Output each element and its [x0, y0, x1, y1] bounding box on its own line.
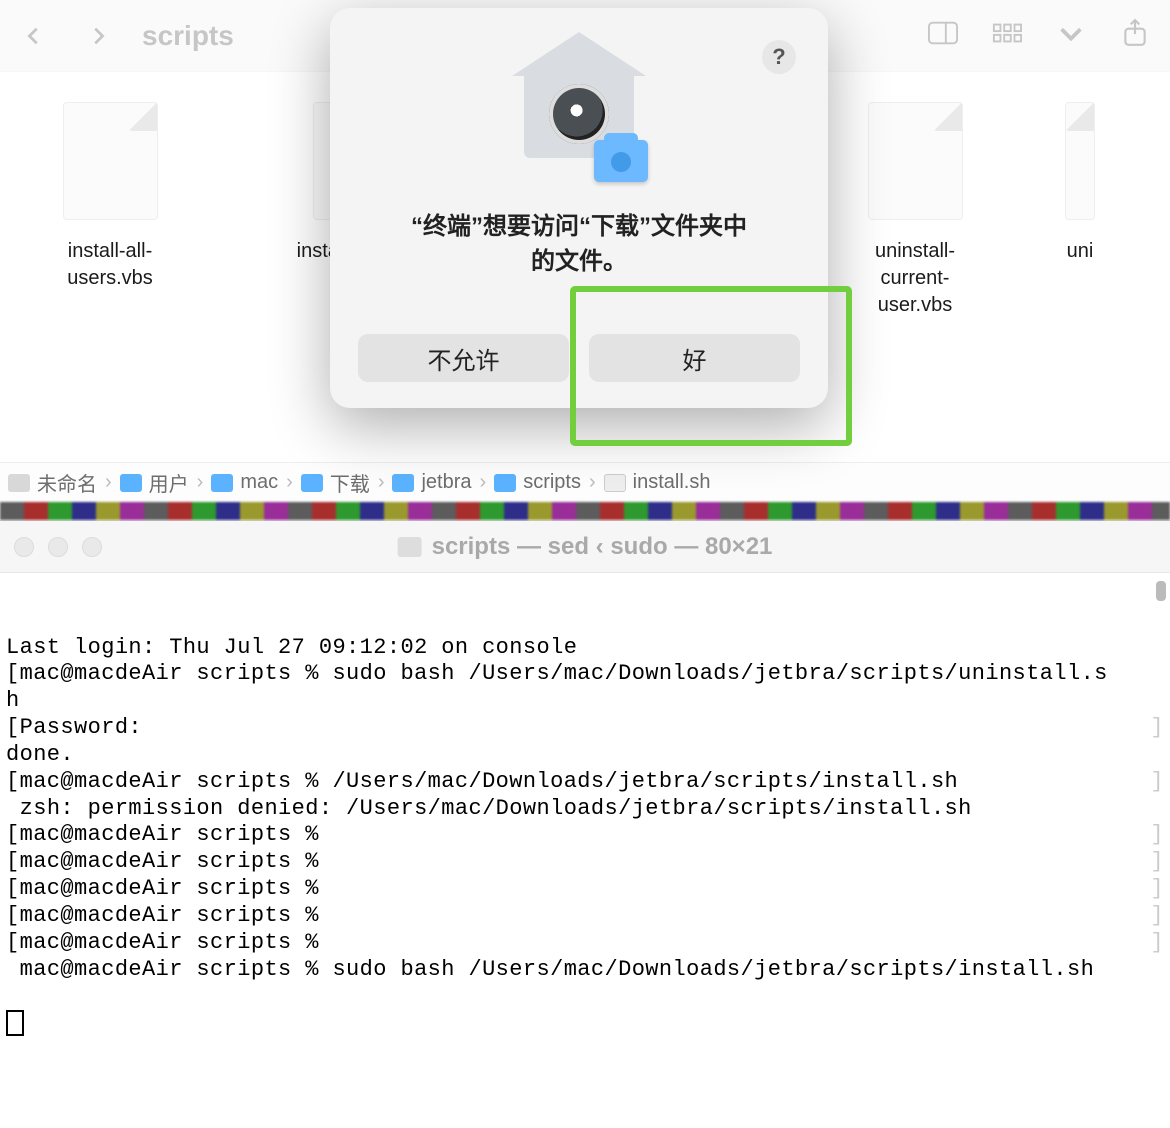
folder-icon [120, 474, 142, 492]
file-item[interactable]: uni [1050, 102, 1110, 319]
path-segment[interactable]: 用户 [120, 468, 189, 497]
path-segment[interactable]: scripts [494, 471, 581, 494]
traffic-lights[interactable] [14, 537, 102, 557]
terminal-line: [mac@macdeAir scripts % [6, 903, 319, 928]
terminal-line: [mac@macdeAir scripts % /Users/mac/Downl… [6, 769, 958, 794]
terminal-line: [mac@macdeAir scripts % sudo bash /Users… [6, 661, 1108, 686]
terminal-line: [mac@macdeAir scripts % [6, 876, 319, 901]
path-segment[interactable]: install.sh [604, 471, 711, 494]
deny-button[interactable]: 不允许 [358, 334, 569, 382]
help-button[interactable]: ? [762, 40, 796, 74]
dialog-message-line: “终端”想要访问“下载”文件夹中 [411, 210, 747, 245]
finder-title: scripts [142, 20, 234, 52]
background-apps-strip [0, 502, 1170, 520]
security-folder-icon [514, 50, 644, 180]
forward-button[interactable] [84, 22, 112, 50]
file-label: install-all-users.vbs [45, 238, 175, 292]
minimize-window-icon[interactable] [48, 537, 68, 557]
folder-icon [494, 474, 516, 492]
folder-icon [211, 474, 233, 492]
path-label: 用户 [149, 468, 189, 497]
terminal-window: scripts — sed ‹ sudo — 80×21 Last login:… [0, 520, 1170, 1128]
terminal-line: done. [6, 742, 74, 767]
path-label: 下载 [330, 468, 370, 497]
help-glyph: ? [772, 44, 785, 70]
terminal-line: mac@macdeAir scripts % sudo bash /Users/… [6, 957, 1094, 982]
chevron-down-icon[interactable] [1056, 18, 1086, 53]
terminal-line: [mac@macdeAir scripts % [6, 822, 319, 847]
terminal-line: [mac@macdeAir scripts % [6, 849, 319, 874]
folder-icon [301, 474, 323, 492]
file-small-icon [604, 474, 626, 492]
back-button[interactable] [20, 22, 48, 50]
share-icon[interactable] [1120, 18, 1150, 53]
file-item[interactable]: install-all-users.vbs [45, 102, 175, 319]
path-label: jetbra [421, 471, 471, 494]
annotation-highlight [570, 286, 852, 446]
file-item[interactable]: uninstall-current-user.vbs [850, 102, 980, 319]
path-segment[interactable]: 下载 [301, 468, 370, 497]
view-grid-icon[interactable] [992, 18, 1022, 53]
terminal-body[interactable]: Last login: Thu Jul 27 09:12:02 on conso… [0, 573, 1170, 1128]
path-segment[interactable]: mac [211, 471, 278, 494]
terminal-line: [mac@macdeAir scripts % [6, 930, 319, 955]
path-bar: 未命名› 用户› mac› 下载› jetbra› scripts› insta… [0, 462, 1170, 502]
terminal-line: [Password: [6, 715, 142, 740]
terminal-title: scripts — sed ‹ sudo — 80×21 [432, 533, 773, 561]
path-label: 未命名 [37, 468, 97, 497]
folder-icon [392, 474, 414, 492]
terminal-line: h [6, 688, 20, 713]
path-label: scripts [523, 471, 581, 494]
file-label: uni [1067, 238, 1094, 265]
disk-icon [8, 474, 30, 492]
folder-icon [398, 537, 422, 557]
file-icon [1065, 102, 1095, 220]
close-window-icon[interactable] [14, 537, 34, 557]
zoom-window-icon[interactable] [82, 537, 102, 557]
terminal-cursor [6, 1010, 24, 1036]
terminal-line: zsh: permission denied: /Users/mac/Downl… [6, 796, 972, 821]
terminal-titlebar[interactable]: scripts — sed ‹ sudo — 80×21 [0, 521, 1170, 573]
file-label: uninstall-current-user.vbs [850, 238, 980, 319]
path-segment[interactable]: jetbra [392, 471, 471, 494]
path-segment[interactable]: 未命名 [8, 468, 97, 497]
dialog-message-line: 的文件。 [411, 245, 747, 280]
scrollbar[interactable] [1156, 581, 1166, 601]
path-label: mac [240, 471, 278, 494]
dialog-message: “终端”想要访问“下载”文件夹中 的文件。 [411, 210, 747, 280]
panel-icon[interactable] [928, 18, 958, 53]
file-icon [63, 102, 158, 220]
file-icon [868, 102, 963, 220]
terminal-line: Last login: Thu Jul 27 09:12:02 on conso… [6, 635, 577, 660]
path-label: install.sh [633, 471, 711, 494]
